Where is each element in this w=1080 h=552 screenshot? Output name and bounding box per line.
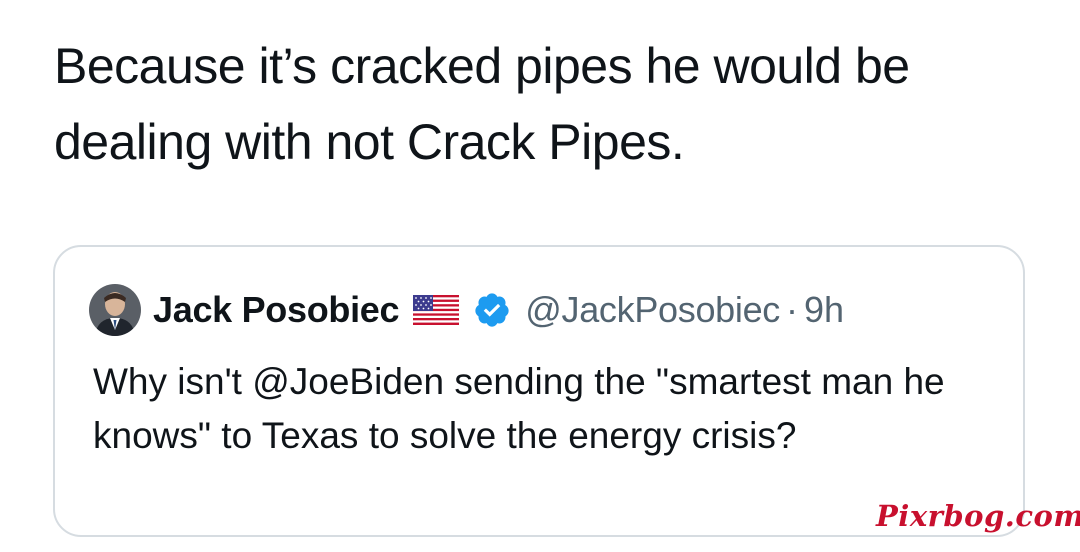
author-name[interactable]: Jack Posobiec xyxy=(153,289,400,331)
quoted-tweet-text: Why isn't @JoeBiden sending the "smartes… xyxy=(93,361,945,456)
tweet-text: Because it’s cracked pipes he would be d… xyxy=(54,38,910,170)
quoted-tweet-card[interactable]: Jack Posobiec @JackPosobiec · 9h Why isn… xyxy=(53,245,1025,537)
author-handle[interactable]: @JackPosobiec xyxy=(525,289,780,331)
separator-dot: · xyxy=(786,289,799,330)
quoted-tweet-header: Jack Posobiec @JackPosobiec · 9h xyxy=(89,281,844,339)
author-avatar[interactable] xyxy=(89,284,141,336)
verified-badge-icon xyxy=(473,291,511,329)
us-flag-icon xyxy=(413,295,460,325)
watermark: Pixrbog.com xyxy=(876,499,1080,533)
tweet-timestamp[interactable]: 9h xyxy=(804,289,844,331)
